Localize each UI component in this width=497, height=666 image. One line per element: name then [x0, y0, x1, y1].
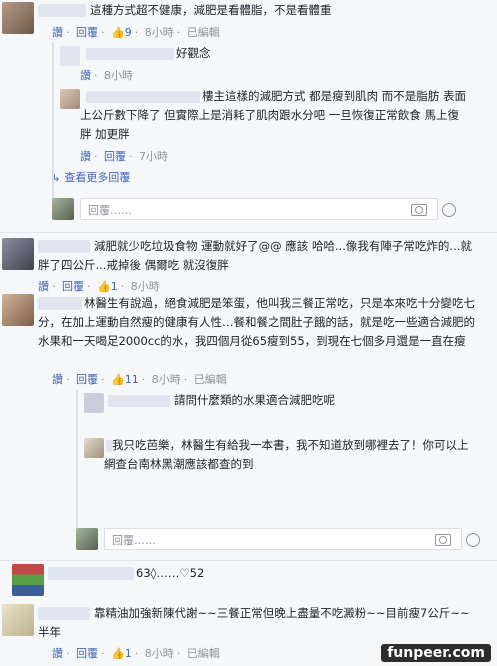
comment-actions: 讚 · 回覆 · 👍11 · 8小時 · 已編輯 [52, 373, 227, 386]
camera-icon[interactable] [435, 534, 451, 546]
avatar[interactable] [2, 238, 34, 270]
avatar [52, 198, 74, 220]
like-count[interactable]: 1 [111, 280, 118, 293]
comment-text: 樓主這樣的減肥方式 都是瘦到肌肉 而不是脂肪 表面上公斤數下降了 但實際上是消耗… [80, 89, 466, 141]
edited-label[interactable]: 已編輯 [187, 647, 220, 660]
avatar[interactable] [84, 438, 104, 458]
reply-link[interactable]: 回覆 [76, 26, 98, 39]
reply-thread-line [52, 43, 54, 217]
reply-link[interactable]: 回覆 [104, 150, 126, 163]
edited-label[interactable]: 已編輯 [194, 373, 227, 386]
camera-icon[interactable] [411, 204, 427, 216]
avatar[interactable] [12, 564, 44, 596]
commenter-name[interactable] [38, 4, 86, 17]
comment-actions: 讚 · 回覆 · 👍9 · 8小時 · 已編輯 [52, 26, 220, 39]
reply-input[interactable]: 回覆…… [104, 528, 462, 550]
thumbs-up-icon: 👍 [111, 647, 125, 660]
commenter-name[interactable] [48, 567, 134, 580]
reply-arrow-icon: ↳ [52, 173, 61, 184]
smiley-icon[interactable] [466, 533, 480, 547]
like-link[interactable]: 讚 [52, 26, 63, 39]
comment-text: 好觀念 [176, 46, 211, 60]
comment-text: 靠精油加強新陳代謝~~三餐正常但晚上盡量不吃澱粉~~目前瘦7公斤~~半年 [38, 606, 470, 639]
avatar[interactable] [60, 46, 80, 66]
comment-thread: 這種方式超不健康，減肥是看體脂，不是看體重 讚 · 回覆 · 👍9 · 8小時 · 已編… [0, 0, 497, 666]
reply-link[interactable]: 回覆 [62, 280, 84, 293]
timestamp[interactable]: 8小時 [131, 280, 160, 293]
comment-text: 請問什麼類的水果適合減肥吃呢 [174, 393, 335, 407]
comment-text: 我只吃芭樂，林醫生有給我一本書，我不知道放到哪裡去了！你可以上網查台南林黑潮應該… [104, 438, 469, 471]
reply-thread-line [76, 390, 78, 550]
divider [0, 560, 497, 561]
avatar [76, 528, 98, 550]
timestamp[interactable]: 7小時 [139, 150, 168, 163]
timestamp[interactable]: 8小時 [145, 26, 174, 39]
timestamp[interactable]: 8小時 [145, 647, 174, 660]
comment-actions: 讚 · 8小時 [80, 69, 133, 82]
avatar[interactable] [2, 294, 34, 326]
commenter-name[interactable] [86, 48, 174, 60]
avatar[interactable] [2, 2, 34, 34]
like-count[interactable]: 9 [125, 26, 132, 39]
like-count[interactable]: 11 [125, 373, 139, 386]
like-link[interactable]: 讚 [38, 280, 49, 293]
commenter-name[interactable] [108, 395, 170, 407]
watermark: funpeer.com [381, 644, 491, 662]
comment-actions: 讚 · 回覆 · 7小時 [80, 150, 168, 163]
divider [0, 232, 497, 233]
see-more-replies[interactable]: ↳ 查看更多回覆 [52, 169, 130, 185]
reply-link[interactable]: 回覆 [76, 647, 98, 660]
thumbs-up-icon: 👍 [111, 373, 125, 386]
comment-text: 減肥就少吃垃圾食物 運動就好了@@ 應該 哈哈...像我有陣子常吃炸的...就胖… [38, 239, 472, 272]
timestamp[interactable]: 8小時 [152, 373, 181, 386]
reply-link[interactable]: 回覆 [76, 373, 98, 386]
like-link[interactable]: 讚 [52, 373, 63, 386]
edited-label[interactable]: 已編輯 [187, 26, 220, 39]
comment-text: 這種方式超不健康，減肥是看體脂，不是看體重 [90, 3, 332, 17]
comment-actions: 讚 · 回覆 · 👍1 · 8小時 [38, 280, 160, 293]
comment-actions: 讚 · 回覆 · 👍1 · 8小時 · 已編輯 [52, 647, 220, 660]
avatar[interactable] [84, 393, 104, 413]
like-link[interactable]: 讚 [80, 69, 91, 82]
avatar[interactable] [2, 604, 34, 636]
like-count[interactable]: 1 [125, 647, 132, 660]
reply-input[interactable]: 回覆…… [80, 198, 438, 220]
like-link[interactable]: 讚 [80, 150, 91, 163]
smiley-icon[interactable] [442, 203, 456, 217]
timestamp[interactable]: 8小時 [104, 69, 133, 82]
like-link[interactable]: 讚 [52, 647, 63, 660]
thumbs-up-icon: 👍 [111, 26, 125, 39]
comment-text: 林醫生有說過，絕食減肥是笨蛋，他叫我三餐正常吃，只是本來吃十分變吃七分，在加上運… [38, 296, 475, 348]
thumbs-up-icon: 👍 [97, 280, 111, 293]
avatar[interactable] [60, 89, 80, 109]
comment-text: 63◊……♡52 [136, 566, 205, 580]
